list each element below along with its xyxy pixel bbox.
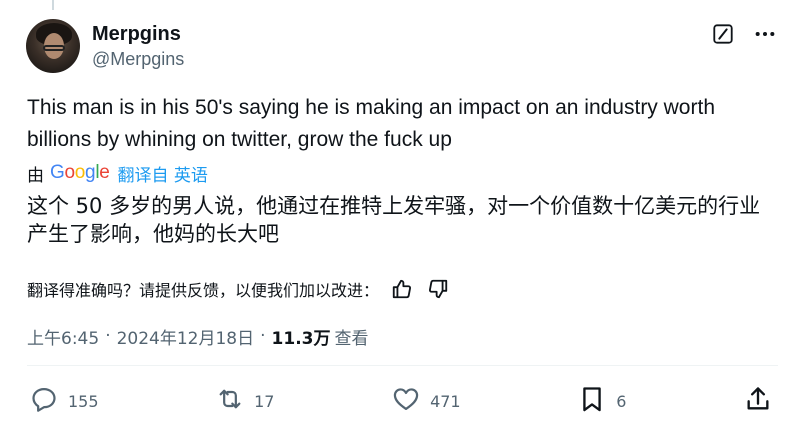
reply-icon [30,385,58,417]
tweet-text: This man is in his 50's saying he is mak… [27,96,715,151]
meta-separator-2: · [260,326,266,346]
thumbs-down-icon[interactable] [425,276,451,302]
tweet-date[interactable]: 2024年12月18日 [117,324,255,349]
thread-connector-line [52,0,54,10]
views-label[interactable]: 查看 [334,324,368,349]
translation-source-link[interactable]: 翻译自 英语 [118,161,208,186]
share-icon [744,385,772,417]
like-count: 471 [430,391,461,411]
google-logo: Google [50,162,110,183]
reply-button[interactable]: 155 [30,385,99,417]
action-bar: 155 17 471 6 [30,384,772,418]
bookmark-icon [578,385,606,417]
like-button[interactable]: 471 [392,385,461,417]
translation-attribution: 由 Google 翻译自 英语 [27,160,208,186]
translated-text: 这个 50 多岁的男人说，他通过在推特上发牢骚，对一个价值数十亿美元的行业产生了… [27,194,761,246]
feedback-prompt: 翻译得准确吗？请提供反馈，以便我们加以改进： [27,281,380,300]
repost-button[interactable]: 17 [216,385,274,417]
views-count[interactable]: 11.3万 [272,324,331,349]
translation-feedback: 翻译得准确吗？请提供反馈，以便我们加以改进： [27,276,451,302]
thumbs-up-icon[interactable] [389,276,415,302]
share-button[interactable] [744,385,772,417]
translated-by-label: 由 [27,165,44,186]
tweet-header: Merpgins @Merpgins [26,19,778,75]
repost-count: 17 [254,391,275,411]
author-handle[interactable]: @Merpgins [92,47,184,71]
meta-separator: · [105,326,111,346]
repost-icon [216,385,244,417]
more-icon[interactable] [752,21,778,47]
grok-icon[interactable] [712,23,734,45]
author-display-name[interactable]: Merpgins [92,21,184,47]
heart-icon [392,385,420,417]
bookmark-count: 6 [616,391,627,411]
divider [27,365,778,366]
author-names: Merpgins @Merpgins [92,21,184,71]
tweet-meta: 上午6:45 · 2024年12月18日 · 11.3万 查看 [27,322,368,350]
avatar[interactable] [26,19,80,73]
bookmark-button[interactable]: 6 [578,385,626,417]
tweet-time[interactable]: 上午6:45 [27,324,99,349]
reply-count: 155 [68,391,99,411]
